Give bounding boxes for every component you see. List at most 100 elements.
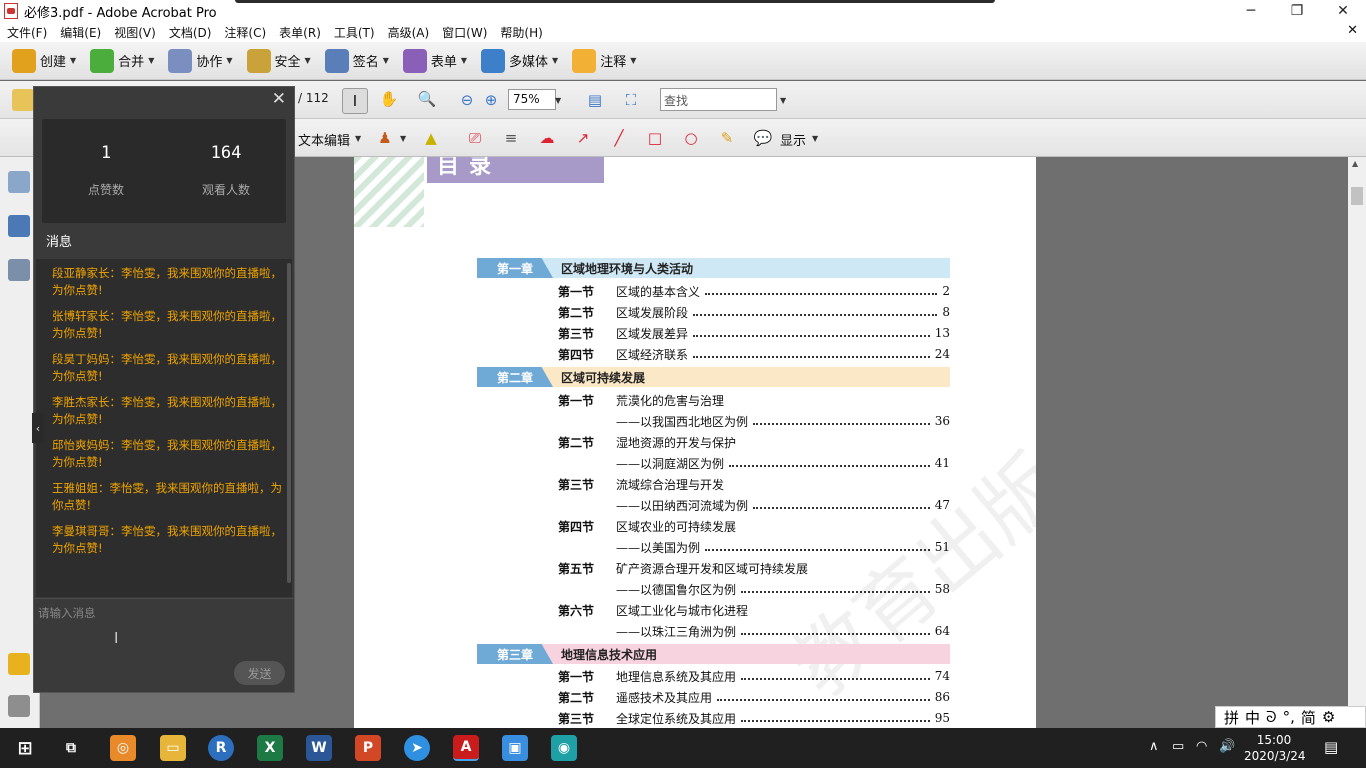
message-input[interactable] [38,603,288,623]
hand-tool-icon[interactable]: ✋ [378,88,400,110]
ime-pinyin-icon[interactable]: 拼 [1224,707,1239,728]
text-edit-menu[interactable]: 文本编辑 [298,130,350,149]
comments-panel-icon[interactable] [8,653,30,675]
toc-subentry[interactable]: ——以美国为例 51 [616,539,950,555]
volume-icon[interactable]: 🔊 [1219,739,1235,754]
zoom-tool-icon[interactable]: 🔍 [416,88,438,110]
toc-entry[interactable]: 第一节 地理信息系统及其应用 74 [558,668,950,684]
task-view-icon[interactable]: ⧉ [58,735,84,761]
toc-subentry[interactable]: ——以我国西北地区为例 36 [616,413,950,429]
toc-entry[interactable]: 第五节 矿产资源合理开发和区域可持续发展 [558,560,950,576]
close-document-button[interactable]: ✕ [1347,23,1358,38]
signatures-panel-icon[interactable] [8,259,30,281]
oval-tool-icon[interactable]: ○ [680,127,702,149]
browser-app-icon[interactable]: ◎ [110,735,136,761]
ime-chinese-mode[interactable]: 中 [1245,707,1260,728]
menu-comments[interactable]: 注释(C) [217,24,272,41]
menu-advanced[interactable]: 高级(A) [381,24,436,41]
find-dropdown-icon[interactable]: ▼ [780,96,786,105]
multimedia-button[interactable]: 多媒体 ▼ [481,48,558,73]
acrobat-icon[interactable]: A [453,735,479,761]
messages-scrollbar[interactable] [287,263,291,583]
zoom-in-icon[interactable]: ⊕ [480,89,502,111]
minimize-button[interactable]: ─ [1228,0,1274,22]
toc-subentry[interactable]: ——以德国鲁尔区为例 58 [616,581,950,597]
send-button[interactable]: 发送 [234,661,285,685]
tray-chevron-up-icon[interactable]: ∧ [1149,739,1159,754]
ime-simplified[interactable]: 简 [1301,707,1316,728]
toc-entry[interactable]: 第二节 湿地资源的开发与保护 [558,434,950,450]
windows-start-icon[interactable]: ⊞ [12,735,38,761]
ime-settings-gear-icon[interactable]: ⚙ [1322,708,1335,726]
combine-button[interactable]: 合并 ▼ [90,48,154,73]
file-explorer-icon[interactable]: ▭ [160,735,186,761]
menu-edit[interactable]: 编辑(E) [53,24,107,41]
toc-subentry[interactable]: ——以田纳西河流域为例 47 [616,497,950,513]
fit-width-icon[interactable]: ⛶ [620,89,642,111]
ime-punctuation[interactable]: °, [1283,708,1295,726]
toc-entry[interactable]: 第三节 全球定位系统及其应用 95 [558,710,950,726]
scroll-up-icon[interactable]: ▲ [1352,159,1358,168]
show-comments-icon[interactable]: 💬 [752,127,774,149]
secure-button[interactable]: 安全 ▼ [246,48,311,73]
stamp-icon[interactable]: ♟ [374,127,396,149]
restore-button[interactable]: ❐ [1274,0,1320,22]
textbox-icon[interactable]: ≡ [500,127,522,149]
attachments-paperclip-icon[interactable] [8,695,30,717]
toc-entry[interactable]: 第二节 区域发展阶段 8 [558,304,950,320]
rectangle-tool-icon[interactable]: □ [644,127,666,149]
find-field[interactable]: 查找 [660,88,777,111]
create-button[interactable]: 创建 ▼ [12,48,76,73]
video-meeting-icon[interactable]: ◉ [551,735,577,761]
collapse-panel-chevron-icon[interactable]: ‹ [32,413,44,443]
toc-entry[interactable]: 第四节 区域农业的可持续发展 [558,518,950,534]
pencil-tool-icon[interactable]: ✎ [716,127,738,149]
close-icon[interactable]: ✕ [272,89,286,109]
toc-entry[interactable]: 第二节 遥感技术及其应用 86 [558,689,950,705]
sign-button[interactable]: 签名 ▼ [324,48,389,73]
collaborate-button[interactable]: 协作 ▼ [168,48,233,73]
highlight-text-icon[interactable]: ▲ [420,127,442,149]
toc-subentry[interactable]: ——以珠江三角洲为例 64 [616,623,950,639]
vertical-scrollbar[interactable]: ▲ [1348,157,1366,728]
notifications-icon[interactable]: ▤ [1324,738,1338,756]
toc-entry[interactable]: 第一节 荒漠化的危害与治理 [558,392,950,408]
comment-button[interactable]: 注释 ▼ [572,48,636,73]
bookmarks-panel-icon[interactable] [8,215,30,237]
close-button[interactable]: ✕ [1320,0,1366,22]
zoom-level-field[interactable]: 75% [508,89,556,110]
ime-moon-icon[interactable]: ᘐ [1266,708,1277,726]
menu-window[interactable]: 窗口(W) [435,24,493,41]
select-tool-icon[interactable]: I [342,88,368,114]
forms-button[interactable]: 表单 ▼ [402,48,467,73]
excel-icon[interactable]: X [257,735,283,761]
menu-file[interactable]: 文件(F) [0,24,53,41]
menu-document[interactable]: 文档(D) [162,24,218,41]
pages-panel-icon[interactable] [8,171,30,193]
toc-entry[interactable]: 第四节 区域经济联系 24 [558,346,950,362]
feishu-icon[interactable]: ➤ [404,735,430,761]
cloud-shape-icon[interactable]: ☁ [536,127,558,149]
toc-subentry[interactable]: ——以洞庭湖区为例 41 [616,455,950,471]
menu-tools[interactable]: 工具(T) [327,24,381,41]
open-folder-icon[interactable] [12,89,34,111]
word-icon[interactable]: W [306,735,332,761]
line-tool-icon[interactable]: ╱ [608,127,630,149]
show-dropdown-icon[interactable]: ▼ [812,134,818,143]
menu-view[interactable]: 视图(V) [107,24,162,41]
camera-app-icon[interactable]: ▣ [502,735,528,761]
stamp-dropdown-icon[interactable]: ▼ [400,134,406,143]
zoom-dropdown-icon[interactable]: ▼ [555,96,561,105]
toc-entry[interactable]: 第三节 区域发展差异 13 [558,325,950,341]
text-edit-dropdown-icon[interactable]: ▼ [355,134,361,143]
battery-icon[interactable]: ▭ [1172,739,1184,754]
r-app-icon[interactable]: R [208,735,234,761]
callout-icon[interactable]: ⎚ [464,127,486,149]
toc-entry[interactable]: 第一节 区域的基本含义 2 [558,283,950,299]
menu-help[interactable]: 帮助(H) [493,24,548,41]
arrow-tool-icon[interactable]: ↗ [572,127,594,149]
toc-entry[interactable]: 第六节 区域工业化与城市化进程 [558,602,950,618]
menu-forms[interactable]: 表单(R) [272,24,327,41]
wifi-icon[interactable]: ◠ [1196,739,1207,754]
show-menu[interactable]: 显示 [780,130,806,149]
